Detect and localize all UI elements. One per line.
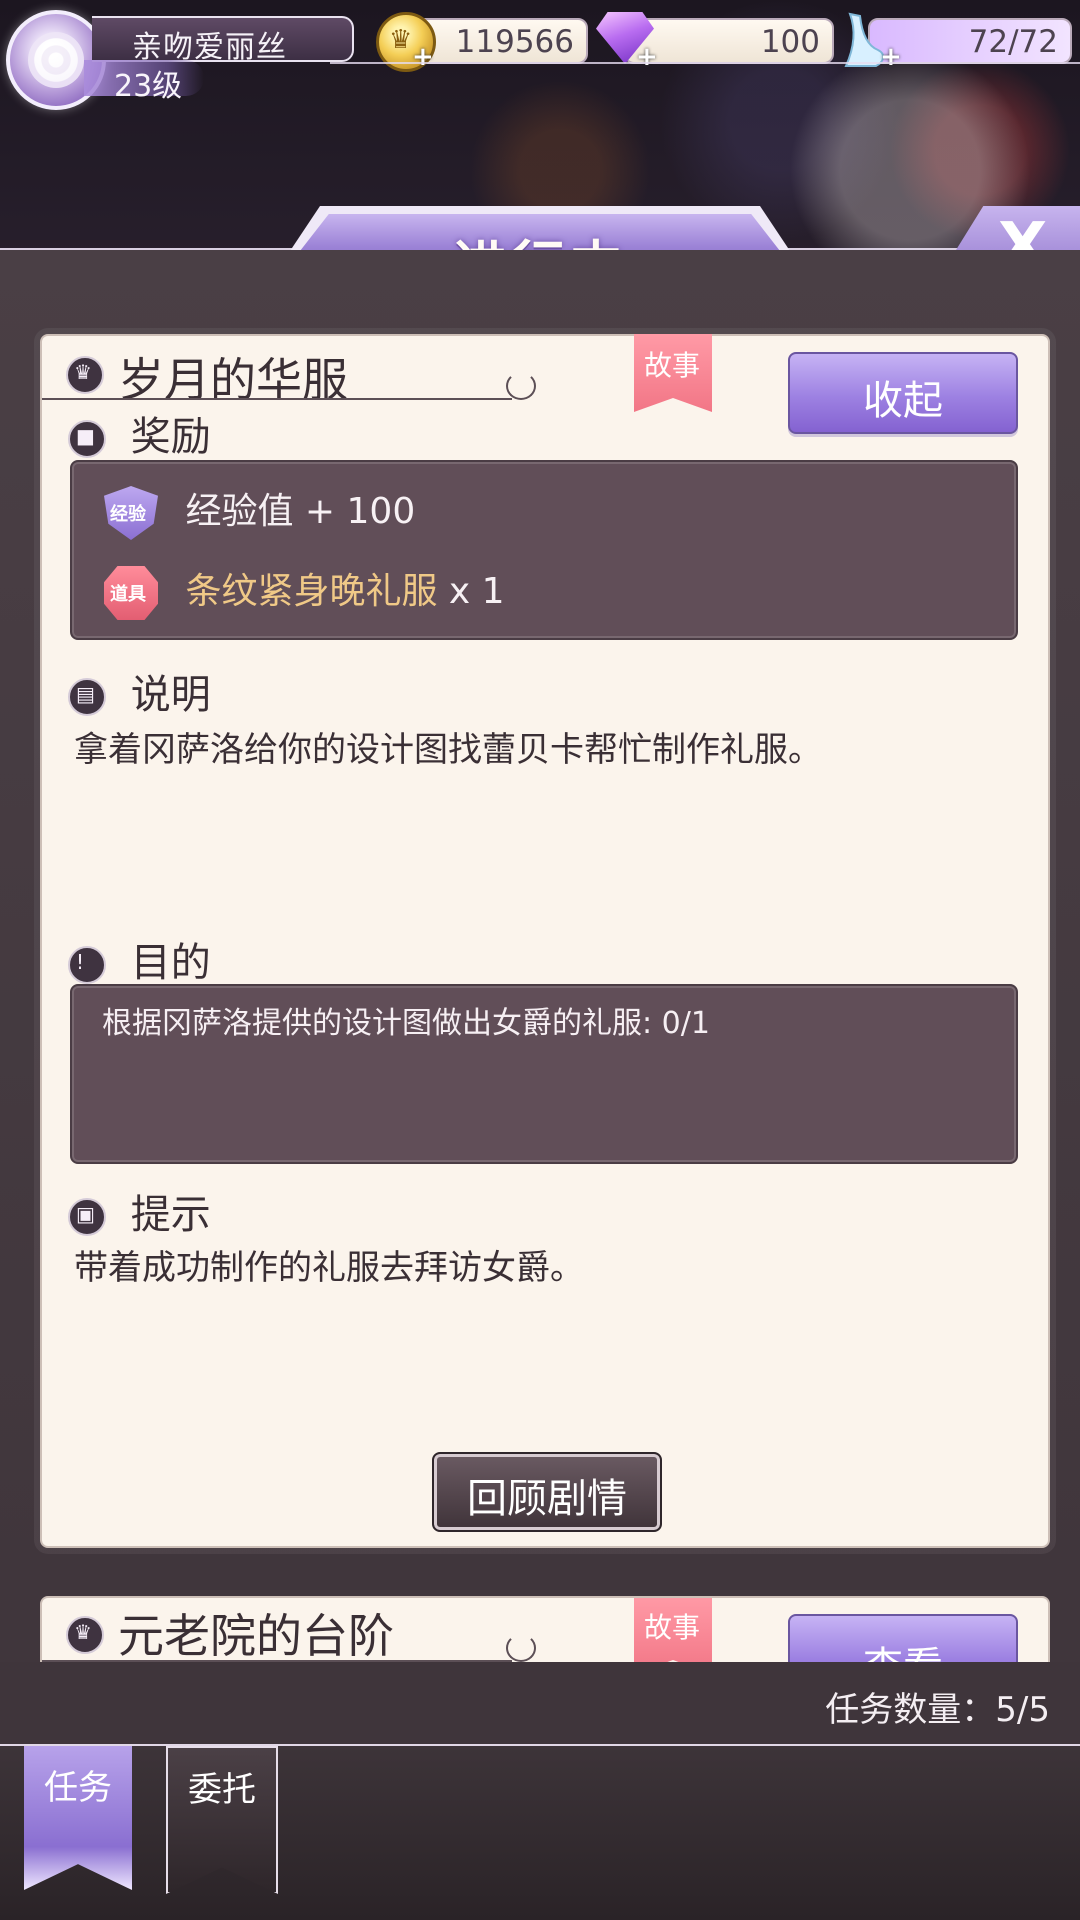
next-title-swirl-decoration — [506, 1634, 536, 1662]
next-story-label: 故事 — [644, 1611, 701, 1644]
player-level: 23级 — [114, 69, 183, 104]
tab-tasks-label: 任务 — [44, 1768, 112, 1808]
task-card: ♛ 岁月的华服 故事 收起 ■ 奖励 经验 经验值 + 100 道具 条纹紧身晚… — [40, 334, 1050, 1548]
reward-heading: ■ 奖励 — [68, 404, 211, 462]
gift-icon: ■ — [68, 420, 106, 458]
title-swirl-decoration — [506, 372, 536, 400]
floral-divider — [330, 62, 1080, 64]
next-task-title: 元老院的台阶 — [118, 1609, 394, 1663]
story-label: 故事 — [644, 349, 701, 382]
reward-exp: 经验 经验值 + 100 — [104, 482, 415, 540]
review-story-button[interactable]: 回顾剧情 — [432, 1452, 662, 1532]
description-heading-label: 说明 — [130, 672, 211, 718]
reward-heading-label: 奖励 — [130, 414, 211, 460]
hint-heading-label: 提示 — [130, 1192, 211, 1238]
task-count: 任务数量：5/5 — [825, 1690, 1050, 1730]
add-stamina-icon[interactable]: + — [880, 42, 902, 72]
hint-heading: ▣ 提示 — [68, 1182, 211, 1240]
reward-box: 经验 经验值 + 100 道具 条纹紧身晚礼服 x 1 — [70, 460, 1018, 640]
task-title: 岁月的华服 — [118, 353, 348, 407]
next-task-title-badge: ♛ — [66, 1616, 104, 1654]
reward-exp-text: 经验值 + 100 — [185, 491, 416, 532]
item-badge-icon: 道具 — [104, 566, 158, 620]
player-level-plate: 23级 — [84, 60, 204, 104]
reward-item[interactable]: 道具 条纹紧身晚礼服 x 1 — [104, 562, 505, 620]
goal-box: 根据冈萨洛提供的设计图做出女爵的礼服: 0/1 — [70, 984, 1018, 1164]
note-icon: ▣ — [68, 1198, 106, 1236]
exp-badge-icon: 经验 — [104, 486, 158, 540]
story-ribbon: 故事 — [634, 334, 712, 412]
add-diamond-icon[interactable]: + — [636, 42, 658, 72]
reward-item-name: 条纹紧身晚礼服 — [185, 571, 438, 612]
goal-text: 根据冈萨洛提供的设计图做出女爵的礼服: 0/1 — [102, 1006, 710, 1041]
collapse-button[interactable]: 收起 — [788, 352, 1018, 434]
description-heading: ▤ 说明 — [68, 662, 211, 720]
crown-icon: ♛ — [66, 1616, 104, 1654]
reward-item-qty: x 1 — [437, 571, 505, 612]
review-story-label: 回顾剧情 — [467, 1476, 627, 1522]
book-icon: ▤ — [68, 678, 106, 716]
title-underline — [42, 398, 512, 400]
goal-heading-label: 目的 — [130, 940, 211, 986]
gold-value: 119566 — [455, 24, 574, 60]
task-title-badge: ♛ — [66, 356, 104, 394]
rose-icon — [28, 32, 84, 88]
description-text: 拿着冈萨洛给你的设计图找蕾贝卡帮忙制作礼服。 — [74, 730, 822, 770]
diamond-value: 100 — [760, 24, 820, 60]
tab-commissions-label: 委托 — [188, 1770, 256, 1810]
goal-heading: ! 目的 — [68, 930, 211, 988]
collapse-label: 收起 — [863, 378, 943, 424]
stamina-value: 72/72 — [968, 24, 1058, 60]
top-bar: 亲吻爱丽丝 23级 119566 ♛ + 100 + 72/72 + — [0, 0, 1080, 110]
hint-text: 带着成功制作的礼服去拜访女爵。 — [74, 1248, 584, 1288]
crown-icon: ♛ — [66, 356, 104, 394]
player-name-plate: 亲吻爱丽丝 — [92, 16, 354, 65]
exclamation-icon: ! — [68, 946, 106, 984]
bottom-tab-bar — [0, 1746, 1080, 1920]
add-gold-icon[interactable]: + — [412, 42, 434, 72]
